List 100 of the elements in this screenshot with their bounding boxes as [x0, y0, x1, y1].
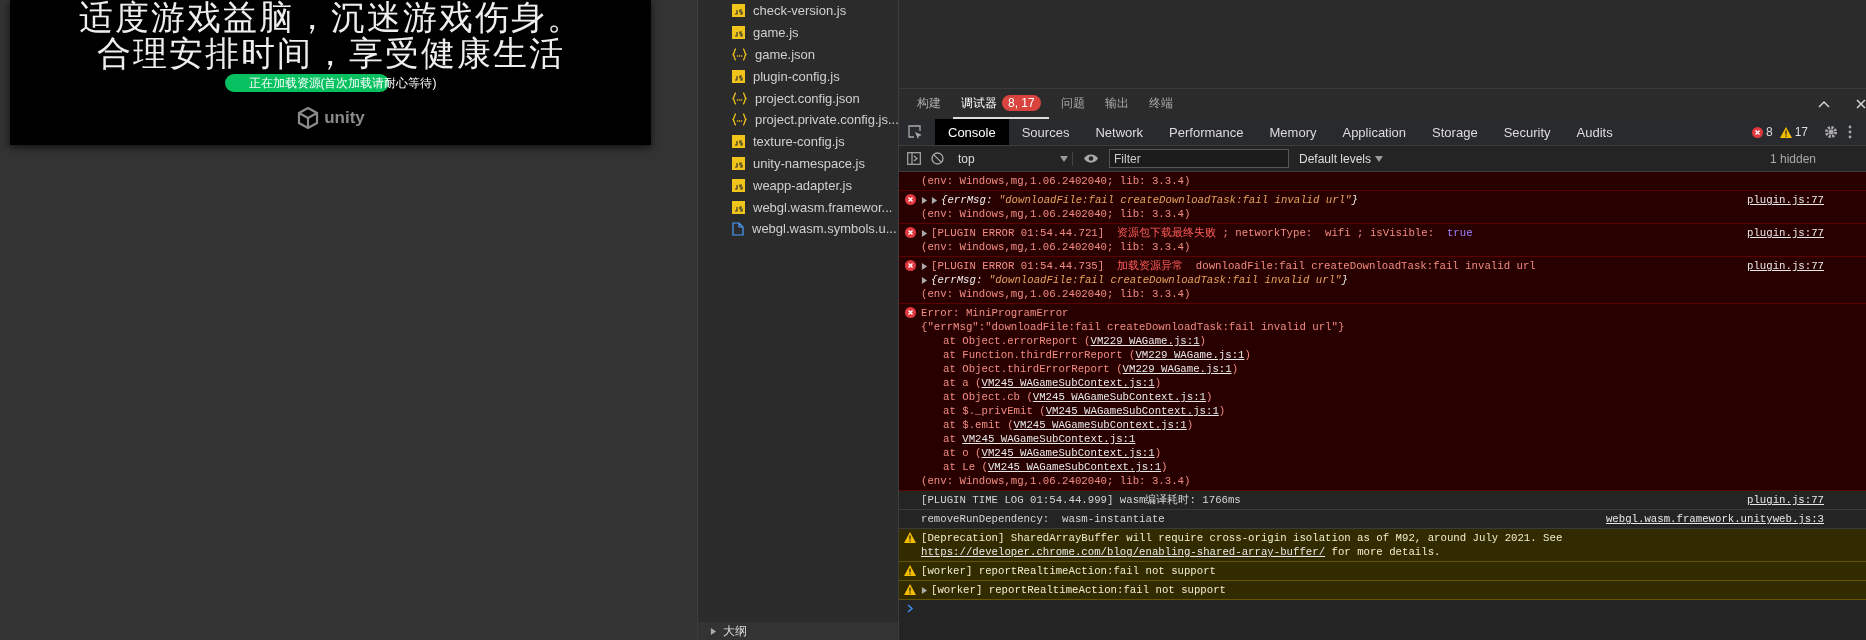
console-line: at $._privEmit (VM245 WAGameSubContext.js:1): [943, 404, 1226, 418]
source-link[interactable]: VM245 WAGameSubContext.js:1: [987, 461, 1162, 473]
file-name[interactable]: weapp-adapter.js: [753, 177, 852, 193]
source-link[interactable]: plugin.js:77: [1735, 493, 1866, 507]
panel-tab[interactable]: 问题: [1052, 89, 1093, 119]
source-link[interactable]: plugin.js:77: [1735, 259, 1866, 301]
cube-logo-icon: [296, 106, 321, 130]
settings-icon[interactable]: [1824, 125, 1838, 139]
source-link[interactable]: plugin.js:77: [1735, 193, 1866, 221]
source-link[interactable]: VM245 WAGameSubContext.js:1: [962, 433, 1136, 445]
source-link[interactable]: webgl.wasm.framework.unityweb.js:3: [1593, 512, 1866, 526]
console-line: (env: Windows,mg,1.06.2402040; lib: 3.3.4): [921, 474, 1191, 488]
error-icon: [904, 307, 916, 318]
notice-text: 合理安排时间，享受健康生活: [96, 36, 565, 72]
source-link[interactable]: VM229 WAGame.js:1: [1135, 349, 1245, 361]
js-file-icon: [732, 69, 745, 83]
expand-toggle-icon[interactable]: [921, 586, 928, 594]
count-badge: 8, 17: [1002, 95, 1041, 111]
file-name[interactable]: game.json: [755, 47, 815, 62]
js-file-icon: [732, 4, 745, 18]
warning-icon: [904, 565, 916, 576]
console-line: at Le (VM245 WAGameSubContext.js:1): [943, 460, 1168, 474]
file-name[interactable]: plugin-config.js: [753, 68, 840, 84]
console-line: at Object.errorReport (VM229 WAGame.js:1): [943, 334, 1206, 348]
error-icon: [904, 260, 916, 271]
source-link[interactable]: VM245 WAGameSubContext.js:1: [1032, 391, 1206, 403]
console-line: Error: MiniProgramError: [921, 306, 1069, 320]
js-file-icon: [732, 135, 745, 149]
console-line: [PLUGIN TIME LOG 01:54.44.999] wasm编译耗时: 1766ms: [921, 493, 1241, 507]
file-name[interactable]: webgl.wasm.symbols.u...: [752, 221, 897, 237]
expand-toggle-icon[interactable]: [921, 262, 928, 270]
error-icon: [1751, 126, 1763, 138]
devtools-tab[interactable]: Console: [935, 119, 1009, 145]
source-link[interactable]: VM245 WAGameSubContext.js:1: [1045, 405, 1219, 417]
source-link[interactable]: plugin.js:77: [1735, 226, 1866, 254]
devtools-tab[interactable]: Security: [1490, 119, 1564, 145]
console-line: (env: Windows,mg,1.06.2402040; lib: 3.3.4): [921, 174, 1191, 188]
devtools-tab[interactable]: Performance: [1156, 119, 1257, 145]
js-file-icon: [732, 200, 745, 214]
clear-icon[interactable]: [931, 152, 944, 165]
levels-dropdown[interactable]: Default levels: [1299, 151, 1372, 166]
source-link[interactable]: VM229 WAGame.js:1: [1090, 335, 1200, 347]
outline-header[interactable]: 大纲: [698, 622, 898, 640]
devtools-tab[interactable]: Audits: [1563, 119, 1626, 145]
console-line: at Function.thirdErrorReport (VM229 WAGame.js:1): [943, 348, 1251, 362]
more-icon[interactable]: [1848, 125, 1852, 139]
expand-icon[interactable]: [710, 627, 717, 635]
eye-icon[interactable]: [1083, 153, 1099, 164]
expand-toggle-icon[interactable]: [931, 196, 938, 204]
hidden-count: 1 hidden: [1769, 151, 1816, 166]
context-dropdown[interactable]: top: [954, 151, 1073, 166]
file-name[interactable]: project.config.json: [755, 90, 860, 106]
source-link[interactable]: VM229 WAGame.js:1: [1122, 363, 1232, 375]
devtools-tab[interactable]: Application: [1329, 119, 1420, 145]
devtools-tab[interactable]: Sources: [1008, 119, 1083, 145]
sidebar-icon[interactable]: [907, 152, 921, 165]
source-link[interactable]: https://developer.chrome.com/blog/enabling-shared-array-buffer/: [921, 546, 1326, 558]
console-line: [worker] reportRealtimeAction:fail not support: [921, 564, 1217, 578]
close-icon[interactable]: [1856, 99, 1866, 109]
expand-toggle-icon[interactable]: [921, 276, 928, 284]
warning-count: 17: [1794, 125, 1808, 139]
dropdown-arrow-icon: [1375, 155, 1384, 162]
devtools-tab[interactable]: Memory: [1256, 119, 1330, 145]
devtools-tab[interactable]: Network: [1082, 119, 1157, 145]
prompt-chevron-icon[interactable]: [907, 604, 914, 613]
dropdown-arrow-icon: [1060, 155, 1068, 162]
file-name[interactable]: webgl.wasm.framewor...: [753, 199, 893, 215]
file-name[interactable]: check-version.js: [753, 3, 847, 19]
warning-icon: [904, 532, 916, 543]
source-link[interactable]: VM245 WAGameSubContext.js:1: [981, 447, 1155, 459]
document-icon: [732, 221, 744, 236]
file-name[interactable]: game.js: [753, 25, 799, 41]
console-line: at Object.cb (VM245 WAGameSubContext.js:1): [943, 390, 1213, 404]
braces-icon: [732, 113, 747, 127]
js-file-icon: [732, 178, 745, 192]
warning-icon: [1779, 126, 1792, 138]
file-name[interactable]: texture-config.js: [753, 134, 845, 150]
console-line: at Object.thirdErrorReport (VM229 WAGame.js:1): [943, 362, 1239, 376]
source-link[interactable]: VM245 WAGameSubContext.js:1: [981, 377, 1155, 389]
source-link[interactable]: VM245 WAGameSubContext.js:1: [1013, 419, 1187, 431]
panel-tab[interactable]: 构建: [909, 89, 949, 119]
console-line: at o (VM245 WAGameSubContext.js:1): [943, 446, 1162, 460]
expand-toggle-icon[interactable]: [921, 229, 928, 237]
console-line: [PLUGIN ERROR 01:54.44.721] 资源包下载最终失败 ; networkType: wifi ; isVisible: true: [931, 226, 1473, 240]
file-name[interactable]: project.private.config.js...: [755, 112, 899, 128]
js-file-icon: [732, 156, 745, 170]
error-count: 8: [1765, 125, 1773, 139]
panel-tab[interactable]: 输出: [1096, 89, 1137, 119]
console-line: (env: Windows,mg,1.06.2402040; lib: 3.3.4): [921, 240, 1191, 254]
expand-toggle-icon[interactable]: [921, 196, 928, 204]
console-line: at VM245 WAGameSubContext.js:1: [943, 432, 1136, 446]
panel-tab[interactable]: 终端: [1140, 89, 1181, 119]
logo-text: unity: [324, 108, 365, 128]
inspect-icon[interactable]: [907, 124, 923, 140]
filter-field[interactable]: Filter: [1109, 149, 1289, 168]
file-name[interactable]: unity-namespace.js: [753, 155, 865, 171]
console-line: at a (VM245 WAGameSubContext.js:1): [943, 376, 1162, 390]
chevron-up-icon[interactable]: [1818, 100, 1830, 108]
devtools-tab[interactable]: Storage: [1419, 119, 1491, 145]
console-line: {errMsg: "downloadFile:fail createDownloadTask:fail invalid url"}: [941, 193, 1358, 207]
